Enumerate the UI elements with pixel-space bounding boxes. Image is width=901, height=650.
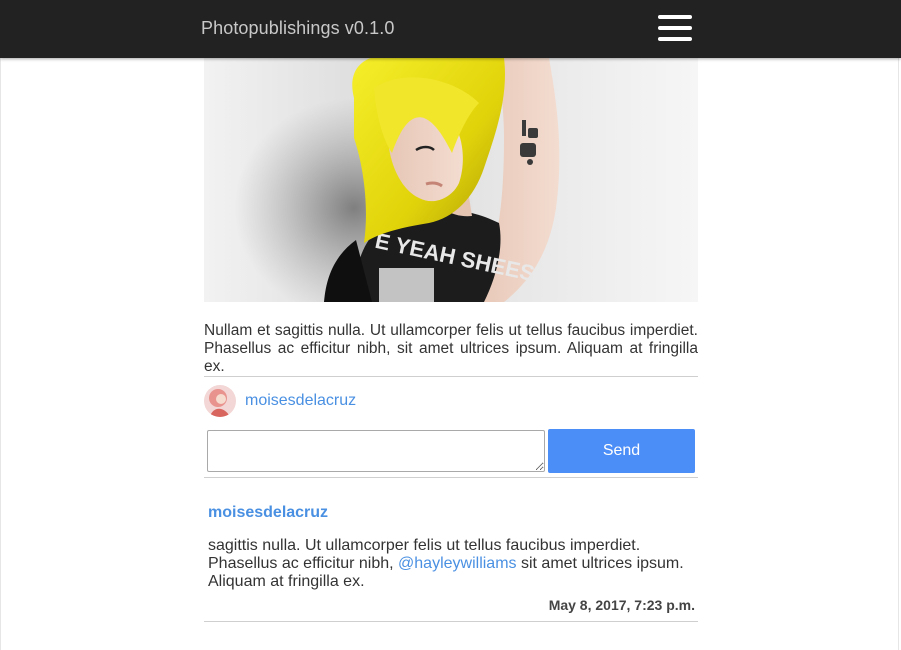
comment-input[interactable] [207,430,545,472]
author-username-link[interactable]: moisesdelacruz [245,392,356,410]
author-avatar[interactable] [204,385,236,417]
menu-bar-top [658,15,692,19]
menu-bar-middle [658,26,692,30]
hamburger-menu-icon[interactable] [656,14,694,46]
post-photo: E YEAH SHEES [204,58,698,302]
comment-date: May 8, 2017, 7:23 p.m. [548,597,695,613]
brand-link[interactable]: Photopublishings v0.1.0 [201,18,394,39]
comment-author-link[interactable]: moisesdelacruz [208,504,328,522]
comment-text: sagittis nulla. Ut ullamcorper felis ut … [208,537,695,591]
navbar: Photopublishings v0.1.0 [0,0,901,58]
menu-bar-bottom [658,37,692,41]
comment-form: Send [204,425,698,477]
mention-link[interactable]: @hayleywilliams [398,555,517,572]
post-content: E YEAH SHEES Nullam et sagittis nulla. U… [204,58,698,622]
post-caption: Nullam et sagittis nulla. Ut ullamcorper… [204,322,698,375]
divider [204,621,698,622]
comment-item: moisesdelacruz sagittis nulla. Ut ullamc… [204,478,698,621]
post-author-row: moisesdelacruz [204,377,698,425]
send-button[interactable]: Send [548,429,695,473]
